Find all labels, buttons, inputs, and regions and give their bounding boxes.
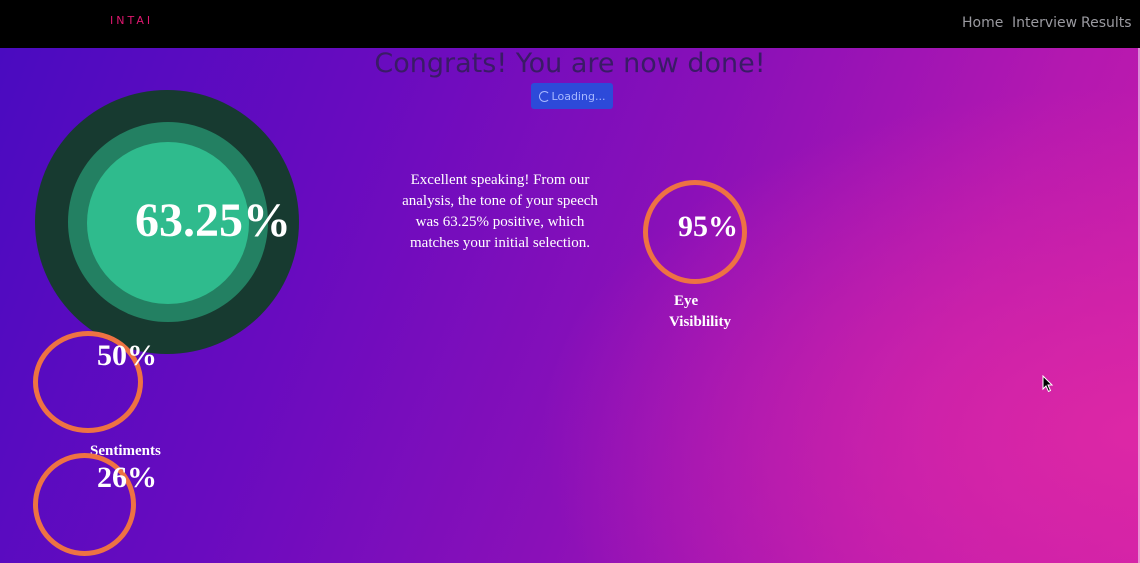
nav-link-home[interactable]: Home: [962, 15, 1003, 31]
navbar: INTAI Home Interview Results: [0, 0, 1140, 48]
metric-value-2: 26%: [97, 461, 157, 494]
nav-link-results[interactable]: Results: [1081, 15, 1132, 31]
results-panel: Congrats! You are now done! Loading... 6…: [0, 48, 1140, 563]
metric-value-3: 95%: [678, 210, 738, 243]
page-title: Congrats! You are now done!: [374, 48, 766, 79]
result-message: Excellent speaking! From our analysis, t…: [402, 172, 598, 251]
mouse-cursor-icon: [1042, 375, 1054, 393]
loading-button[interactable]: Loading...: [531, 83, 613, 109]
loading-label: Loading...: [551, 89, 606, 103]
tone-score: 63.25%: [135, 194, 291, 247]
metric-value-1: 50%: [97, 339, 157, 372]
metric-label-eye-visibility: Eye Visiblility: [669, 293, 731, 330]
spinner-icon: [538, 90, 550, 102]
brand-logo[interactable]: INTAI: [110, 14, 153, 27]
nav-link-interview[interactable]: Interview: [1012, 15, 1077, 31]
